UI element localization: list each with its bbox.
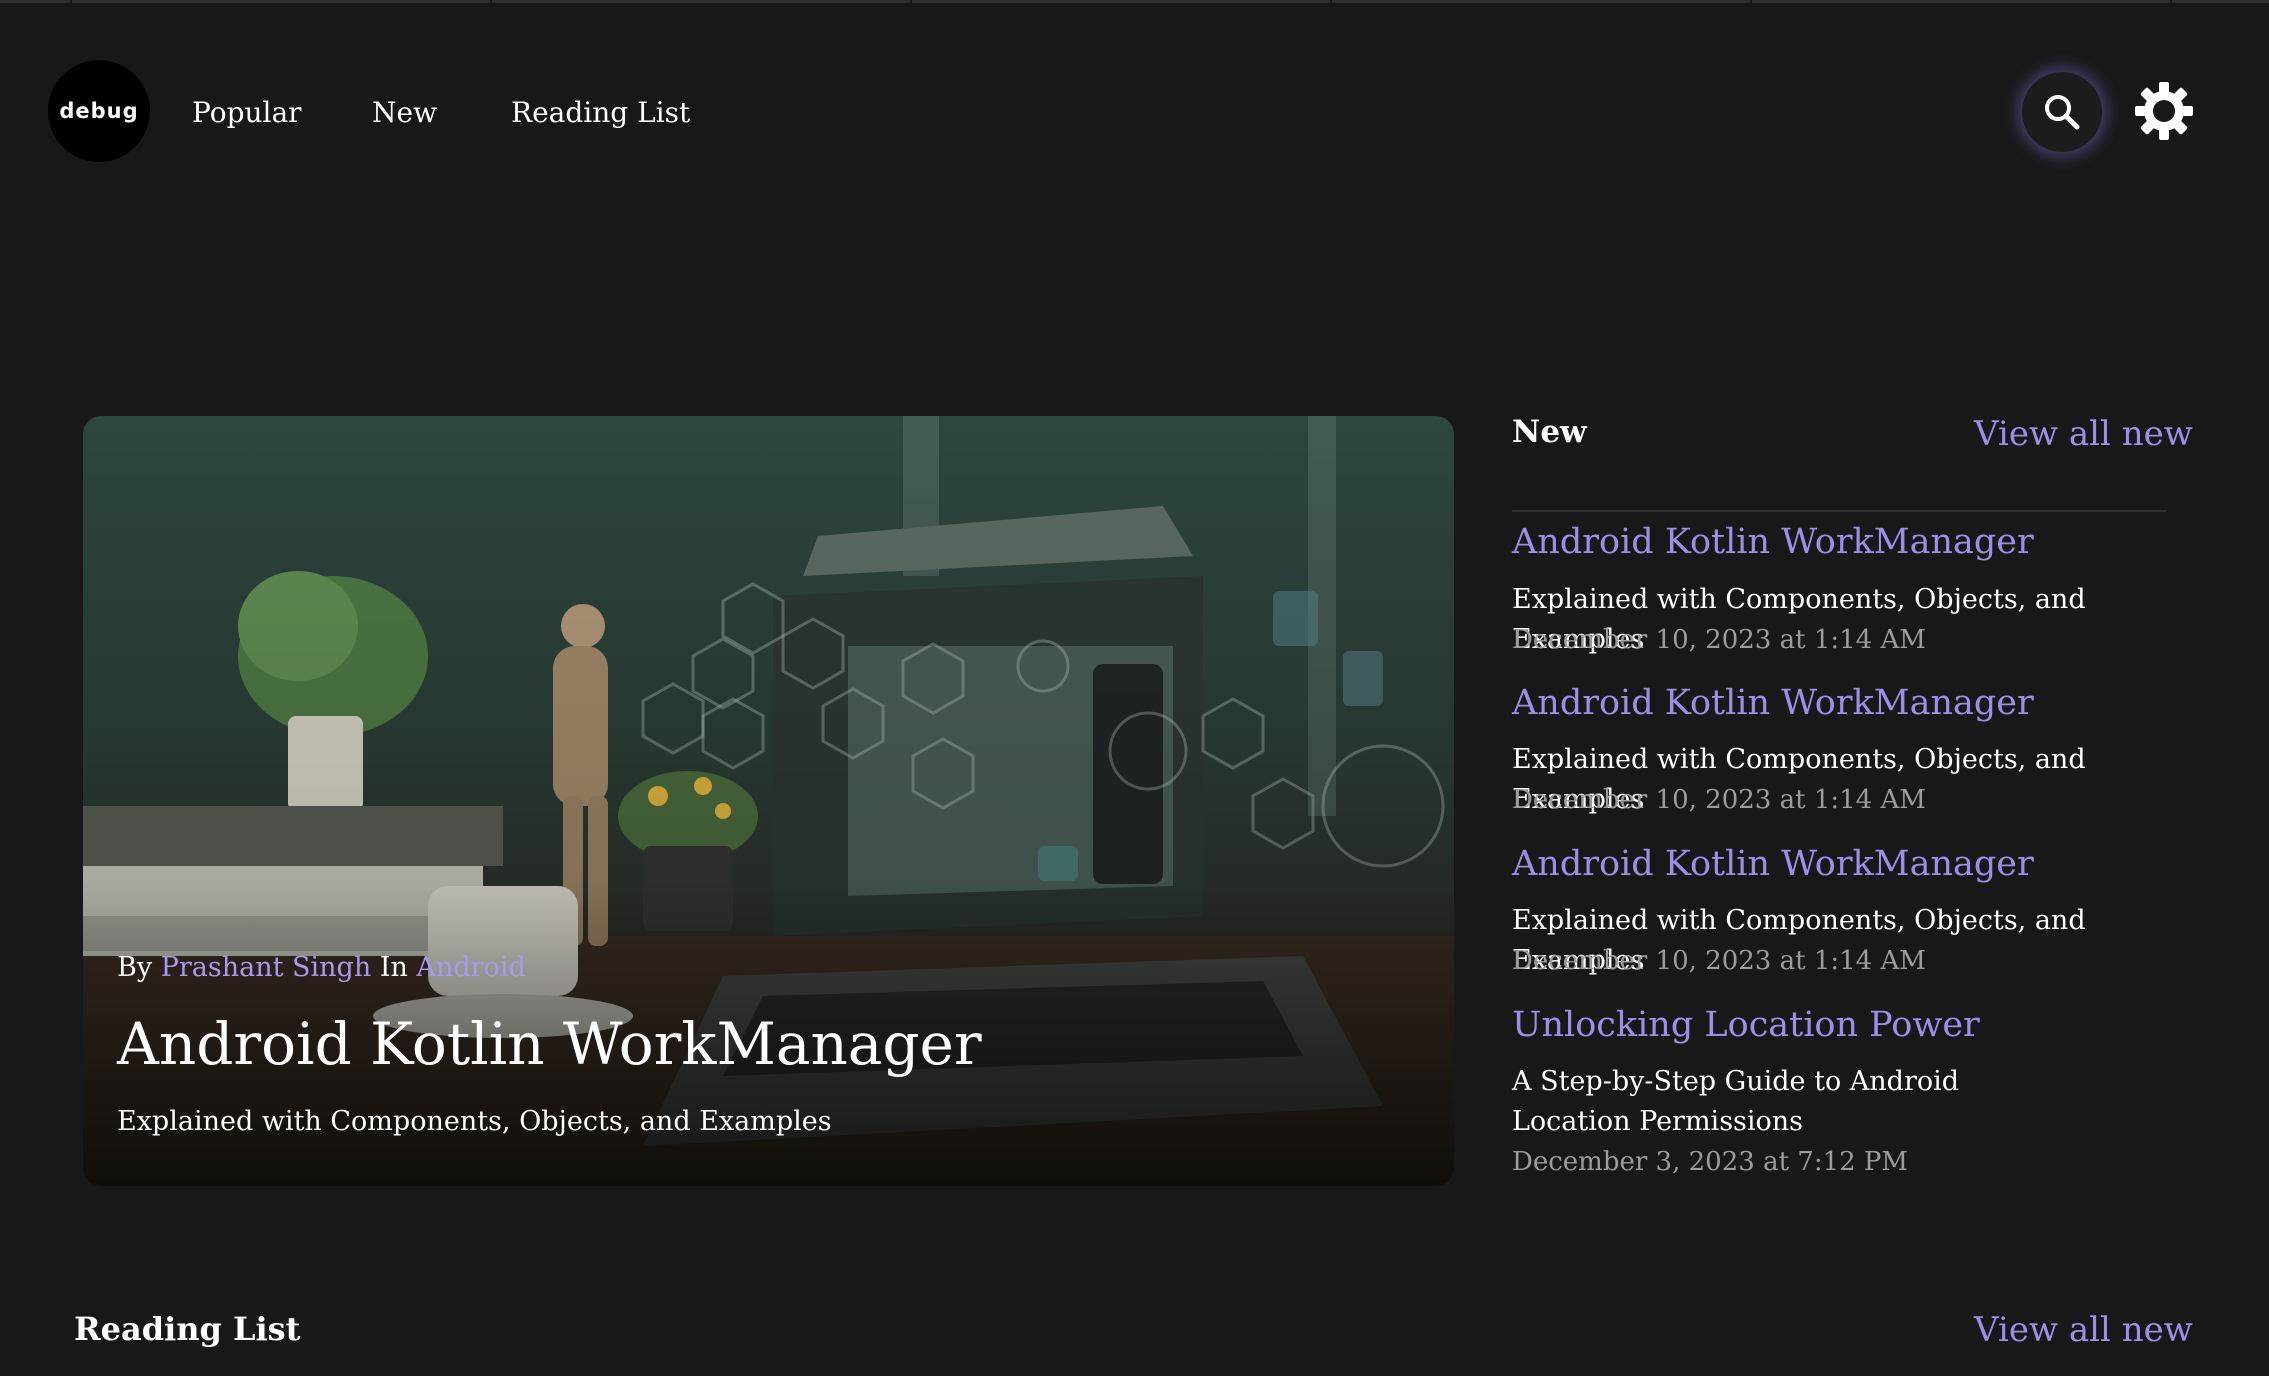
- view-all-reading-list-link[interactable]: View all new: [1974, 1310, 2193, 1350]
- article-byline: By Prashant Singh In Android: [117, 952, 526, 983]
- featured-article-card[interactable]: By Prashant Singh In Android Android Kot…: [83, 416, 1454, 1186]
- article-subtitle: A Step-by-Step Guide to Android Location…: [1512, 1066, 1960, 1137]
- site-logo[interactable]: debug: [48, 60, 150, 162]
- new-section-heading: New: [1512, 414, 1587, 450]
- nav-popular[interactable]: Popular: [192, 96, 302, 129]
- article-date: December 3, 2023 at 7:12 PM: [1512, 1147, 1909, 1177]
- gear-icon: [2135, 82, 2193, 140]
- nav-reading-list[interactable]: Reading List: [511, 96, 690, 129]
- search-button[interactable]: [2022, 72, 2102, 152]
- article-title-link[interactable]: Unlocking Location Power: [1512, 1005, 1980, 1045]
- article-date: December 10, 2023 at 1:14 AM: [1512, 946, 1926, 976]
- author-link[interactable]: Prashant Singh: [161, 952, 372, 983]
- article-date: December 10, 2023 at 1:14 AM: [1512, 625, 1926, 655]
- article-title-link[interactable]: Android Kotlin WorkManager: [1512, 683, 2034, 723]
- nav-new[interactable]: New: [372, 96, 437, 129]
- article-title-link[interactable]: Android Kotlin WorkManager: [1512, 522, 2034, 562]
- featured-title[interactable]: Android Kotlin WorkManager: [117, 1010, 982, 1078]
- article-date: December 10, 2023 at 1:14 AM: [1512, 785, 1926, 815]
- byline-in-label: In: [379, 952, 408, 983]
- category-link[interactable]: Android: [416, 952, 525, 983]
- search-icon: [2045, 95, 2080, 130]
- top-border: [0, 0, 2269, 3]
- byline-by-label: By: [117, 952, 153, 983]
- reading-list-heading: Reading List: [74, 1310, 301, 1348]
- article-title-link[interactable]: Android Kotlin WorkManager: [1512, 844, 2034, 884]
- theme-toggle-button[interactable]: [2133, 80, 2195, 142]
- logo-text: debug: [59, 99, 139, 123]
- featured-subtitle: Explained with Components, Objects, and …: [117, 1106, 832, 1137]
- view-all-new-link[interactable]: View all new: [1974, 414, 2193, 454]
- section-divider: [1512, 510, 2166, 512]
